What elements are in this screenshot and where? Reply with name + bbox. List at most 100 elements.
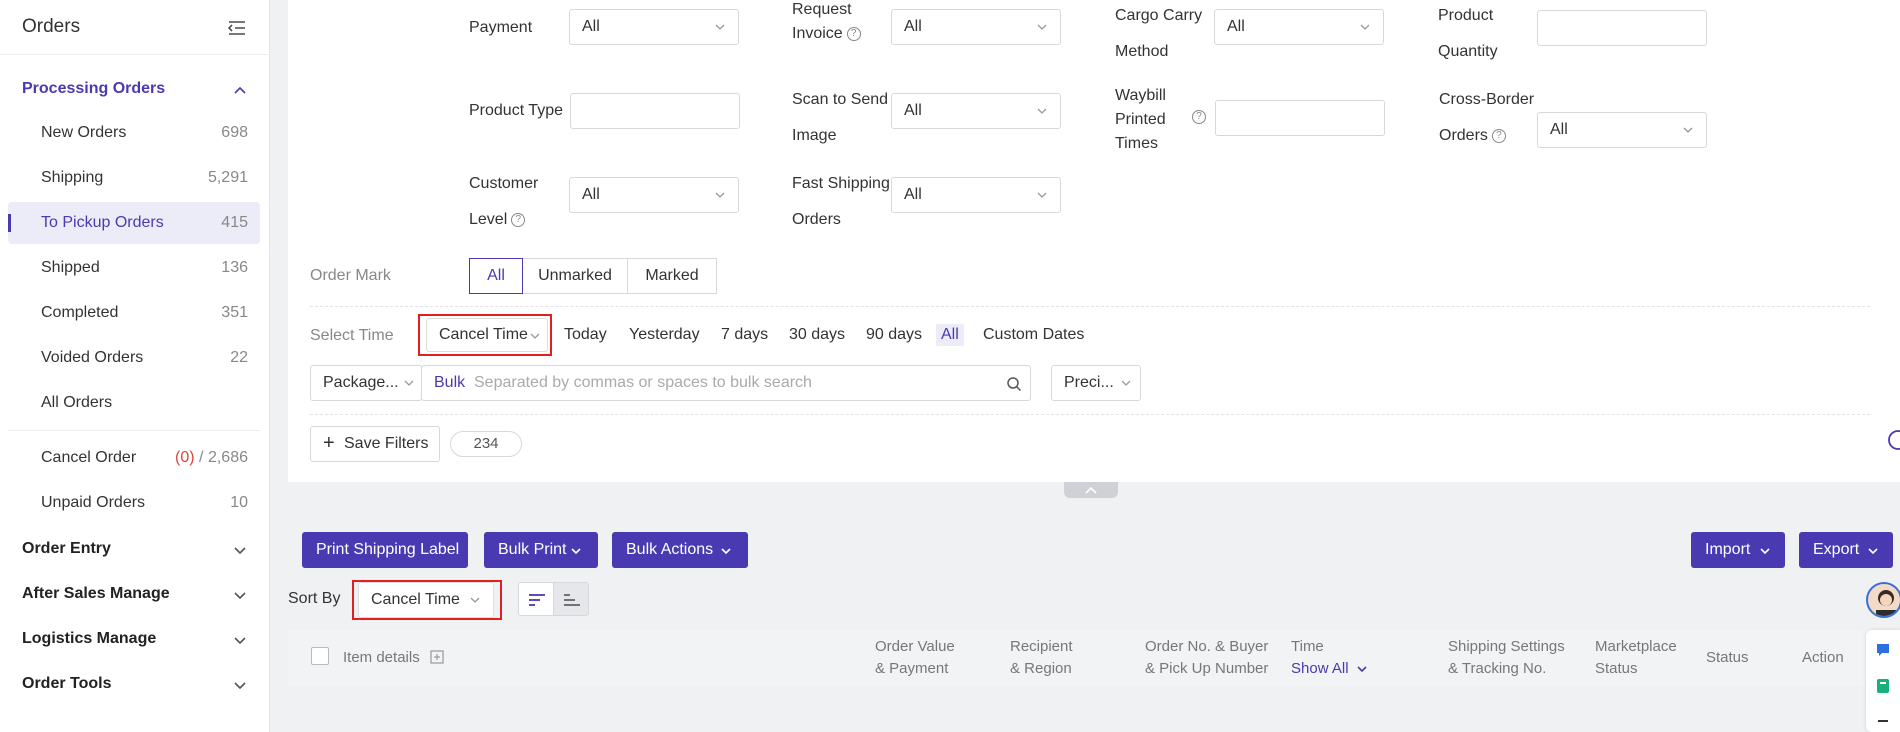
- customer-level-select[interactable]: All: [569, 177, 739, 213]
- more-icon[interactable]: [1875, 714, 1891, 730]
- save-filters-button[interactable]: + Save Filters: [310, 426, 440, 462]
- time-option-all[interactable]: All: [936, 324, 964, 346]
- saved-filter-count[interactable]: 234: [450, 431, 522, 457]
- sidebar-item-all-orders[interactable]: All Orders: [8, 382, 260, 424]
- chevron-down-icon: [1360, 24, 1370, 30]
- show-all-link[interactable]: Show All: [1291, 660, 1349, 677]
- product-quantity-input[interactable]: [1537, 10, 1707, 46]
- sort-descending-button[interactable]: [518, 582, 554, 616]
- help-icon[interactable]: ?: [1192, 110, 1206, 124]
- sidebar-item-completed[interactable]: Completed 351: [8, 292, 260, 334]
- cross-border-orders-select[interactable]: All: [1537, 112, 1707, 148]
- sidebar-item-shipped[interactable]: Shipped 136: [8, 247, 260, 289]
- notebook-icon[interactable]: [1875, 678, 1891, 694]
- fast-shipping-select[interactable]: All: [891, 177, 1061, 213]
- time-option-custom-dates[interactable]: Custom Dates: [983, 326, 1084, 344]
- col-marketplace-status: Marketplace Status: [1595, 638, 1677, 677]
- floating-toolbar: [1866, 630, 1900, 732]
- sidebar-item-label: Shipped: [41, 259, 100, 276]
- time-option-30-days[interactable]: 30 days: [789, 326, 845, 344]
- sidebar-item-count: 10: [230, 494, 248, 511]
- chevron-down-icon: [721, 548, 731, 555]
- search-input-placeholder: Separated by commas or spaces to bulk se…: [474, 374, 812, 391]
- sidebar-title: Orders: [22, 16, 81, 37]
- sidebar-item-to-pickup-orders[interactable]: To Pickup Orders 415: [8, 202, 260, 244]
- sidebar-item-label: All Orders: [41, 394, 113, 411]
- order-mark-all[interactable]: All: [469, 258, 523, 294]
- sidebar-item-label: Voided Orders: [41, 349, 144, 366]
- col-order-no: Order No. & Buyer & Pick Up Number: [1145, 638, 1269, 677]
- search-type-select[interactable]: Package...: [310, 365, 422, 401]
- chevron-down-icon[interactable]: [232, 677, 248, 693]
- cross-border-orders-label: Cross-Border Orders?: [1439, 91, 1535, 144]
- sidebar-item-shipping[interactable]: Shipping 5,291: [8, 157, 260, 199]
- select-all-checkbox[interactable]: [311, 647, 329, 665]
- sidebar-section-logistics-manage[interactable]: Logistics Manage: [22, 630, 156, 648]
- bulk-print-button[interactable]: Bulk Print: [484, 532, 598, 568]
- chevron-down-icon: [1037, 108, 1047, 114]
- time-option-7-days[interactable]: 7 days: [721, 326, 768, 344]
- help-icon[interactable]: ?: [846, 26, 861, 41]
- order-mark-unmarked[interactable]: Unmarked: [522, 258, 628, 294]
- bulk-search-box[interactable]: Bulk Separated by commas or spaces to bu…: [421, 365, 1031, 401]
- chevron-down-icon[interactable]: [232, 542, 248, 558]
- import-button[interactable]: Import: [1691, 532, 1785, 568]
- match-mode-select[interactable]: Preci...: [1051, 365, 1141, 401]
- payment-select[interactable]: All: [569, 9, 739, 45]
- sort-ascending-icon: [564, 594, 580, 606]
- time-option-today[interactable]: Today: [564, 326, 607, 344]
- sidebar-item-voided-orders[interactable]: Voided Orders 22: [8, 337, 260, 379]
- bulk-search-toggle[interactable]: Bulk: [434, 374, 465, 392]
- chevron-down-icon: [1037, 24, 1047, 30]
- collapse-menu-icon[interactable]: [226, 18, 248, 38]
- sort-descending-icon: [529, 594, 545, 606]
- sidebar-section-order-tools[interactable]: Order Tools: [22, 675, 112, 693]
- print-shipping-label-button[interactable]: Print Shipping Label: [302, 532, 468, 568]
- chevron-down-icon[interactable]: [232, 587, 248, 603]
- sidebar-item-unpaid-orders[interactable]: Unpaid Orders 10: [8, 482, 260, 524]
- sidebar-section-processing-orders[interactable]: Processing Orders: [22, 80, 165, 98]
- chat-icon[interactable]: [1875, 642, 1891, 658]
- waybill-printed-times-input[interactable]: [1215, 100, 1385, 136]
- time-option-90-days[interactable]: 90 days: [866, 326, 922, 344]
- sidebar-item-label: Cancel Order: [41, 449, 137, 466]
- sidebar-item-label: To Pickup Orders: [41, 214, 164, 231]
- help-icon[interactable]: ?: [511, 212, 526, 227]
- scan-to-send-select[interactable]: All: [891, 93, 1061, 129]
- side-circle-icon[interactable]: [1884, 428, 1900, 452]
- export-button[interactable]: Export: [1799, 532, 1893, 568]
- chevron-down-icon: [1121, 380, 1131, 386]
- bulk-actions-button[interactable]: Bulk Actions: [612, 532, 748, 568]
- collapse-filters-tab[interactable]: [1064, 482, 1118, 498]
- sidebar-divider: [8, 430, 260, 431]
- sidebar-section-order-entry[interactable]: Order Entry: [22, 540, 111, 558]
- col-shipping-settings: Shipping Settings & Tracking No.: [1448, 638, 1565, 677]
- sidebar-section-after-sales-manage[interactable]: After Sales Manage: [22, 585, 170, 603]
- sidebar-item-count: 351: [221, 304, 248, 321]
- request-invoice-select[interactable]: All: [891, 9, 1061, 45]
- time-option-yesterday[interactable]: Yesterday: [629, 326, 700, 344]
- chevron-down-icon[interactable]: [232, 632, 248, 648]
- divider: [310, 414, 1870, 415]
- order-mark-marked[interactable]: Marked: [627, 258, 717, 294]
- highlight-box: [418, 314, 552, 356]
- sidebar-item-cancel-order[interactable]: Cancel Order (0) / 2,686: [8, 437, 260, 479]
- search-icon[interactable]: [1006, 376, 1022, 392]
- sidebar-item-label: New Orders: [41, 124, 127, 141]
- sort-ascending-button[interactable]: [553, 582, 589, 616]
- sidebar-item-count: (0) / 2,686: [175, 449, 248, 466]
- help-icon[interactable]: ?: [1491, 128, 1506, 143]
- sidebar-item-new-orders[interactable]: New Orders 698: [8, 112, 260, 154]
- sidebar-item-label: Shipping: [41, 169, 104, 186]
- sort-by-label: Sort By: [288, 590, 341, 607]
- cargo-carry-select[interactable]: All: [1214, 9, 1384, 45]
- product-type-input[interactable]: [570, 93, 740, 129]
- col-item-details: Item details: [343, 649, 420, 666]
- select-time-label: Select Time: [310, 327, 394, 344]
- highlight-box: [352, 580, 502, 620]
- plus-icon: +: [323, 432, 335, 454]
- expand-icon[interactable]: [430, 650, 444, 664]
- fast-shipping-label: Fast Shipping Orders: [792, 175, 890, 228]
- chevron-up-icon[interactable]: [232, 82, 248, 98]
- support-avatar[interactable]: [1866, 582, 1900, 618]
